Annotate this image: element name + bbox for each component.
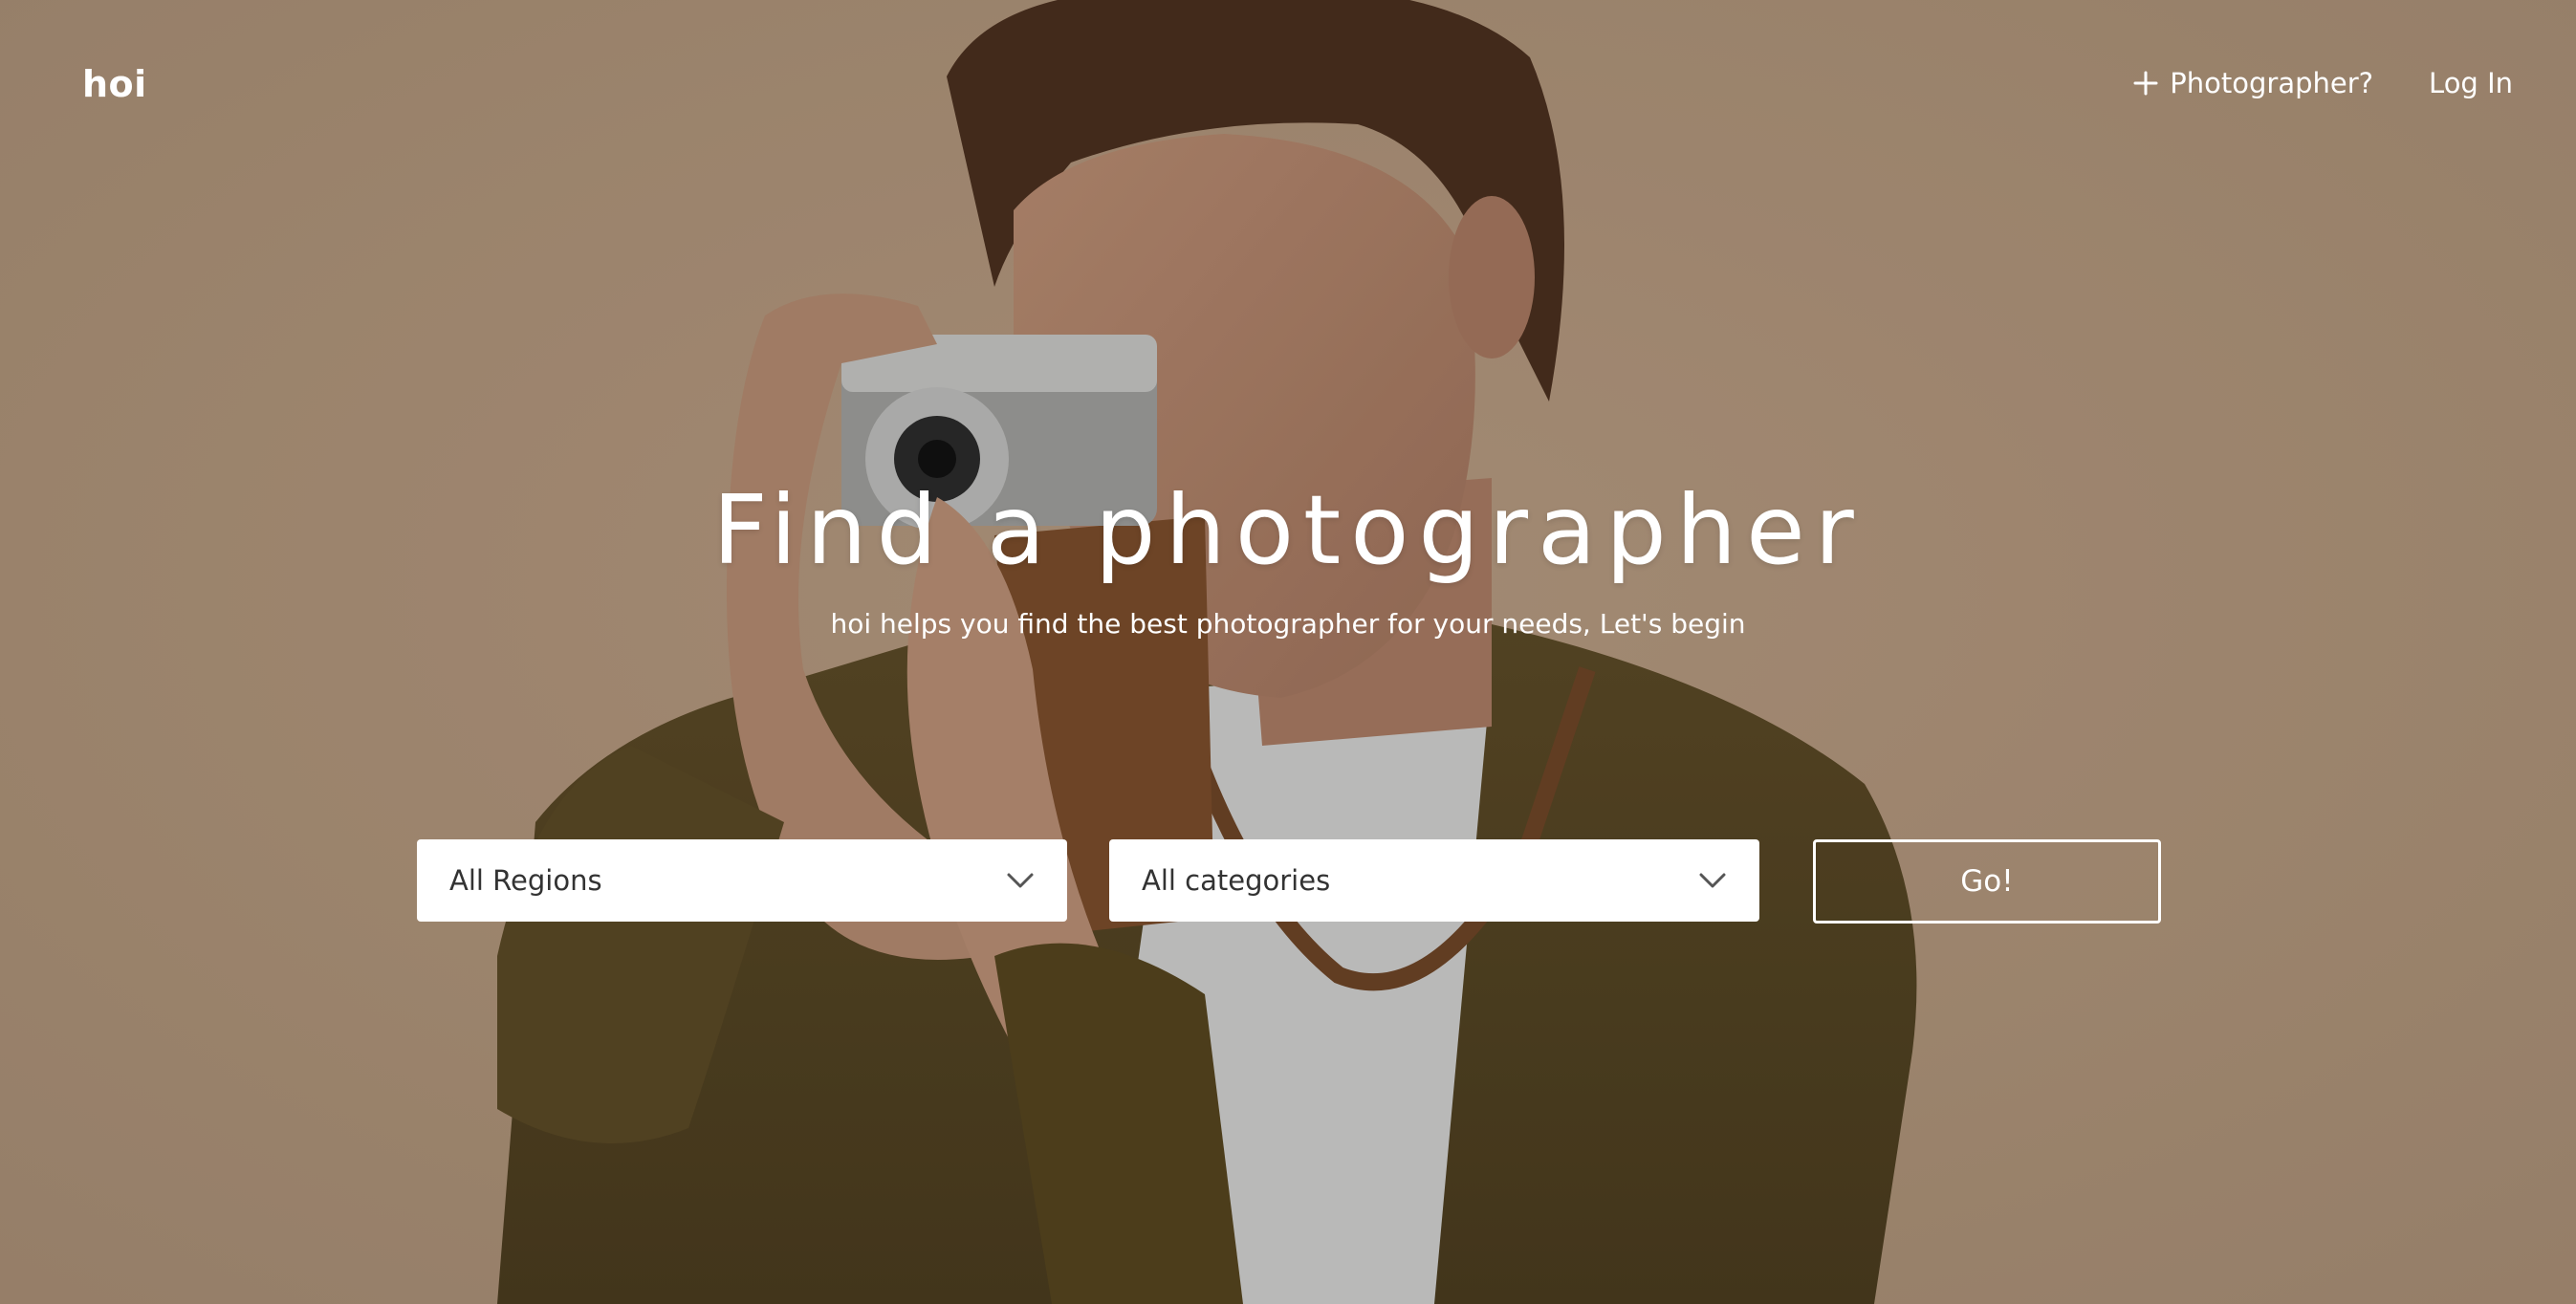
- page-title: Find a photographer: [712, 474, 1864, 586]
- chevron-down-icon: [1699, 873, 1726, 888]
- page-subtitle: hoi helps you find the best photographer…: [830, 608, 1746, 640]
- top-nav: Photographer? Log In: [2133, 67, 2513, 99]
- category-select[interactable]: All categories: [1109, 839, 1759, 922]
- search-submit-button[interactable]: Go!: [1813, 839, 2161, 924]
- login-link[interactable]: Log In: [2429, 67, 2513, 99]
- region-select-value: All Regions: [449, 864, 602, 897]
- photographer-signup-link[interactable]: Photographer?: [2133, 67, 2373, 99]
- photographer-signup-label: Photographer?: [2170, 67, 2374, 99]
- plus-icon: [2133, 71, 2158, 96]
- category-select-value: All categories: [1142, 864, 1331, 897]
- region-select[interactable]: All Regions: [417, 839, 1067, 922]
- login-label: Log In: [2429, 67, 2513, 99]
- hero-overlay: [0, 0, 2576, 1304]
- hero-section: hoi Photographer? Log In Find a photogra…: [0, 0, 2576, 1304]
- logo[interactable]: hoi: [82, 63, 147, 105]
- chevron-down-icon: [1007, 873, 1034, 888]
